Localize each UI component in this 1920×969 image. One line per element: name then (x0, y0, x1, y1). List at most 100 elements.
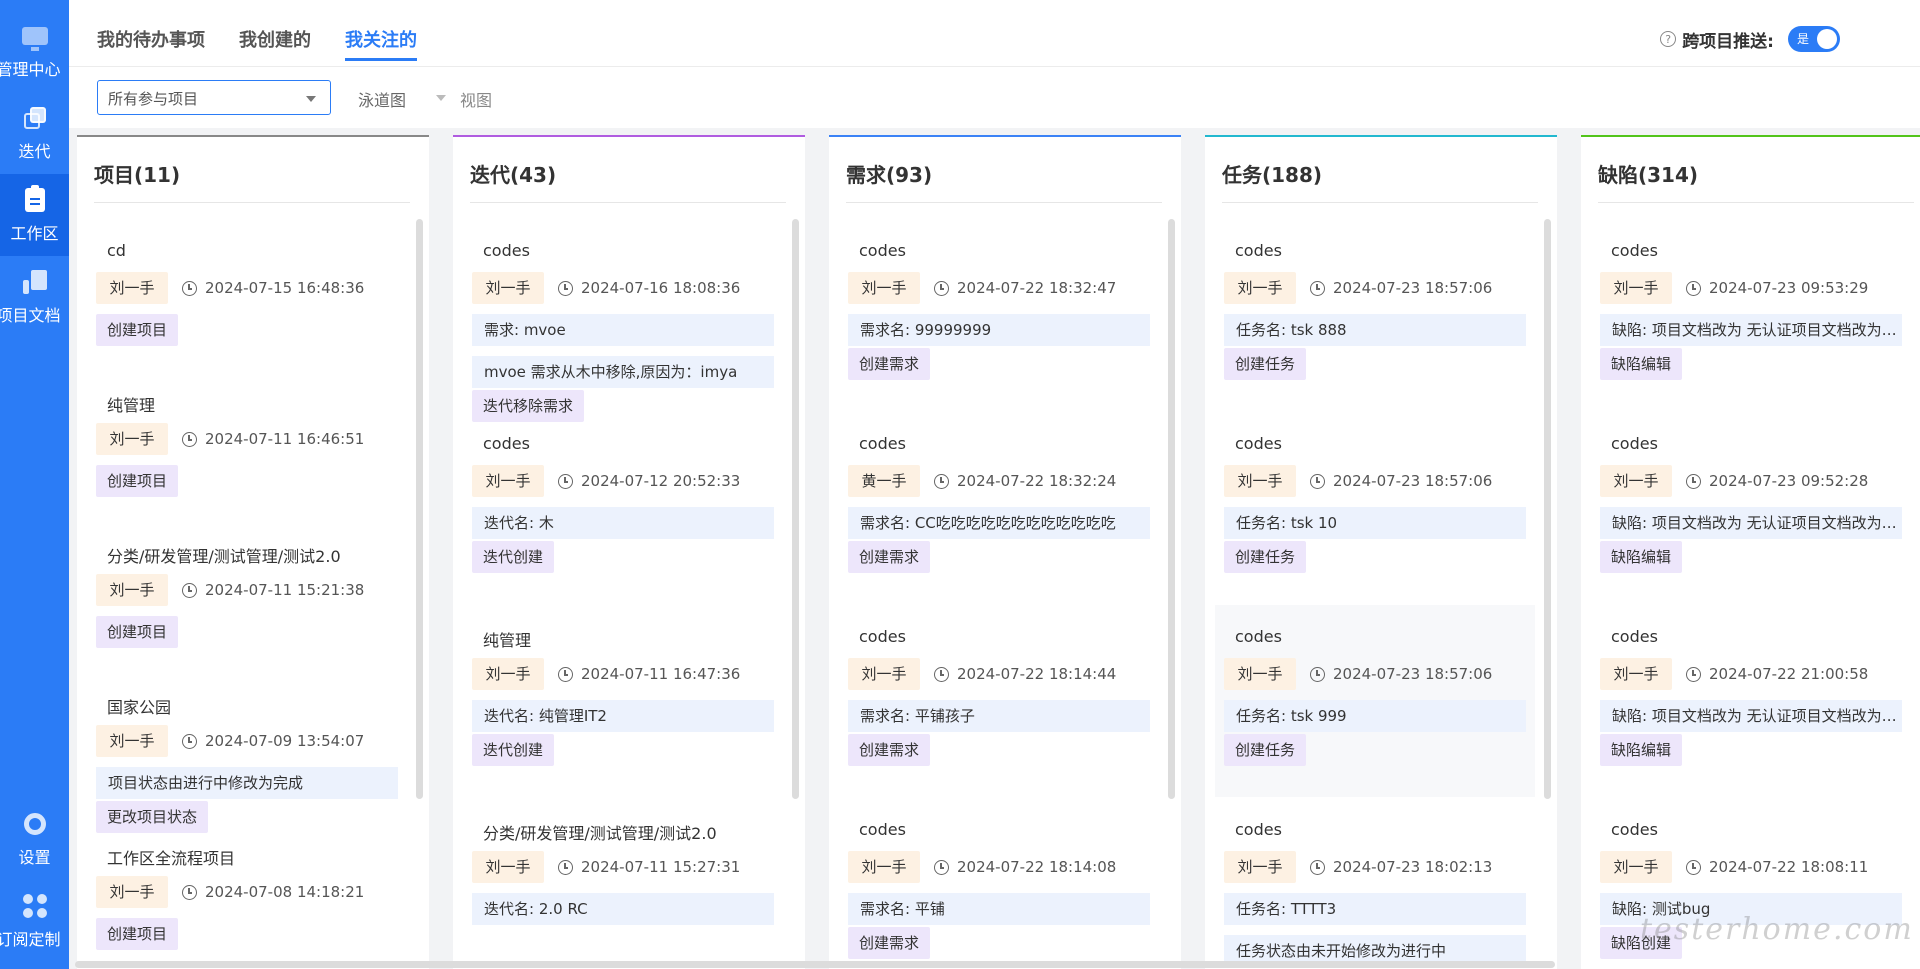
card-title[interactable]: codes (483, 434, 530, 453)
user-tag: 刘一手 (96, 272, 168, 304)
card-title[interactable]: 工作区全流程项目 (107, 845, 235, 869)
top-tabs: 我的待办事项 我创建的 我关注的 (97, 26, 417, 61)
document-icon (21, 268, 49, 296)
activity-card[interactable]: codes 刘一手 2024-07-23 09:53:29 缺陷: 项目文档改为 无认… (1591, 219, 1911, 411)
column-scrollbar[interactable] (792, 219, 799, 799)
sidebar-item-workspace[interactable]: 工作区 (0, 174, 69, 256)
sidebar-item-subscription[interactable]: 订阅定制 (0, 880, 69, 962)
user-tag: 刘一手 (472, 658, 544, 690)
activity-card[interactable]: codes 刘一手 2024-07-23 09:52:28 缺陷: 项目文档改为 无认… (1591, 412, 1911, 604)
action-tag: 创建项目 (96, 314, 179, 346)
sidebar-item-management-center[interactable]: 管理中心 (0, 10, 69, 92)
view-option[interactable]: 视图 (460, 87, 492, 111)
column-title: 缺陷(314) (1598, 163, 1699, 187)
timestamp: 2024-07-23 18:57:06 (1333, 472, 1493, 490)
timestamp: 2024-07-11 15:27:31 (581, 858, 741, 876)
card-title[interactable]: codes (1235, 241, 1282, 260)
user-tag: 刘一手 (472, 272, 544, 304)
clock-icon (558, 860, 573, 875)
activity-card[interactable]: codes 刘一手 2024-07-22 18:32:47 需求名: 99999999… (839, 219, 1159, 411)
timestamp: 2024-07-11 15:21:38 (205, 581, 365, 599)
clock-icon (1310, 667, 1325, 682)
tab-my-todo[interactable]: 我的待办事项 (97, 26, 205, 61)
sidebar-item-iteration[interactable]: 迭代 (0, 92, 69, 174)
card-title[interactable]: codes (483, 241, 530, 260)
activity-card[interactable]: 纯管理 刘一手 2024-07-11 16:47:36 迭代名: 纯管理IT2 迭代创建 (463, 605, 783, 797)
card-title[interactable]: codes (859, 434, 906, 453)
detail-line: 需求名: 平铺 (848, 893, 1150, 925)
card-title[interactable]: 纯管理 (483, 627, 531, 651)
card-title[interactable]: 纯管理 (107, 392, 155, 416)
timestamp: 2024-07-23 18:57:06 (1333, 665, 1493, 683)
board-column: 迭代(43) codes 刘一手 2024-07-16 18:08:36 需求: mvo… (453, 135, 805, 969)
activity-card[interactable]: codes 刘一手 2024-07-22 18:14:08 需求名: 平铺 创建需求 (839, 798, 1159, 969)
card-title[interactable]: codes (1611, 241, 1658, 260)
card-title[interactable]: 国家公园 (107, 694, 171, 718)
action-tag: 迭代创建 (472, 541, 555, 573)
timestamp: 2024-07-15 16:48:36 (205, 279, 365, 297)
card-title[interactable]: codes (1235, 627, 1282, 646)
help-icon[interactable]: ? (1660, 31, 1677, 47)
detail-line: 需求名: 平铺孩子 (848, 700, 1150, 732)
column-title: 需求(93) (846, 163, 933, 187)
caret-down-icon[interactable] (436, 95, 446, 101)
timestamp: 2024-07-11 16:47:36 (581, 665, 741, 683)
card-title[interactable]: codes (859, 820, 906, 839)
column-title: 项目(11) (94, 163, 181, 187)
card-title[interactable]: codes (1611, 820, 1658, 839)
cross-push-toggle[interactable]: 是 (1788, 26, 1840, 52)
action-tag: 缺陷编辑 (1600, 734, 1683, 766)
card-title[interactable]: 分类/研发管理/测试管理/测试2.0 (107, 543, 341, 567)
sidebar-item-label: 管理中心 (0, 60, 61, 79)
timestamp: 2024-07-22 21:00:58 (1709, 665, 1869, 683)
activity-card[interactable]: codes 刘一手 2024-07-12 20:52:33 迭代名: 木迭代创建 (463, 412, 783, 604)
tab-my-created[interactable]: 我创建的 (239, 26, 311, 61)
sidebar-item-settings[interactable]: 设置 (0, 798, 69, 880)
activity-card[interactable]: 分类/研发管理/测试管理/测试2.0 刘一手 2024-07-11 15:27:31… (463, 798, 783, 969)
card-title[interactable]: cd (107, 241, 126, 260)
card-title[interactable]: codes (1235, 434, 1282, 453)
detail-line: mvoe 需求从木中移除,原因为：imya (472, 356, 774, 388)
tab-my-followed[interactable]: 我关注的 (345, 26, 417, 61)
timestamp: 2024-07-22 18:08:11 (1709, 858, 1869, 876)
clock-icon (934, 667, 949, 682)
card-title[interactable]: codes (1611, 627, 1658, 646)
sidebar-item-label: 工作区 (10, 224, 59, 243)
column-title: 任务(188) (1222, 163, 1323, 187)
action-tag: 创建任务 (1224, 734, 1307, 766)
timestamp: 2024-07-23 09:52:28 (1709, 472, 1869, 490)
card-title[interactable]: codes (859, 241, 906, 260)
activity-card[interactable]: codes 刘一手 2024-07-23 18:02:13 任务名: TTTT3 任务状… (1215, 798, 1535, 969)
card-title[interactable]: codes (859, 627, 906, 646)
action-tag: 创建项目 (96, 616, 179, 648)
lane-view-option[interactable]: 泳道图 (358, 87, 406, 111)
clock-icon (182, 583, 197, 598)
activity-card[interactable]: codes 刘一手 2024-07-22 18:14:44 需求名: 平铺孩子 创建需求 (839, 605, 1159, 797)
detail-line: 需求名: 99999999 (848, 314, 1150, 346)
activity-card[interactable]: codes 刘一手 2024-07-23 18:57:06 任务名: tsk 10 创建… (1215, 412, 1535, 604)
sidebar-item-project-docs[interactable]: 项目文档 (0, 256, 69, 338)
chevron-down-icon (306, 96, 316, 102)
card-title[interactable]: 分类/研发管理/测试管理/测试2.0 (483, 820, 717, 844)
activity-card[interactable]: codes 刘一手 2024-07-23 18:57:06 任务名: tsk 888 创… (1215, 219, 1535, 411)
activity-card[interactable]: codes 刘一手 2024-07-22 21:00:58 缺陷: 项目文档改为 无认… (1591, 605, 1911, 797)
user-tag: 刘一手 (848, 272, 920, 304)
project-select[interactable]: 所有参与项目 (97, 80, 331, 115)
column-divider (94, 202, 410, 203)
user-tag: 刘一手 (848, 851, 920, 883)
timestamp: 2024-07-16 18:08:36 (581, 279, 741, 297)
activity-card[interactable]: codes 黄一手 2024-07-22 18:32:24 需求名: CC吃吃吃吃吃吃… (839, 412, 1159, 604)
clock-icon (182, 432, 197, 447)
column-scrollbar[interactable] (1544, 219, 1551, 799)
activity-card[interactable]: 工作区全流程项目 刘一手 2024-07-08 14:18:21 创建项目 (87, 823, 407, 969)
card-title[interactable]: codes (1235, 820, 1282, 839)
activity-card[interactable]: codes 刘一手 2024-07-23 18:57:06 任务名: tsk 999 创… (1215, 605, 1535, 797)
sidebar-item-label: 项目文档 (0, 306, 61, 325)
action-tag: 缺陷编辑 (1600, 541, 1683, 573)
card-title[interactable]: codes (1611, 434, 1658, 453)
column-scrollbar[interactable] (416, 219, 423, 799)
column-scrollbar[interactable] (1168, 219, 1175, 799)
activity-card[interactable]: codes 刘一手 2024-07-16 18:08:36 需求: mvoe mvoe … (463, 219, 783, 422)
horizontal-scrollbar[interactable] (75, 961, 1555, 968)
timestamp: 2024-07-11 16:46:51 (205, 430, 365, 448)
